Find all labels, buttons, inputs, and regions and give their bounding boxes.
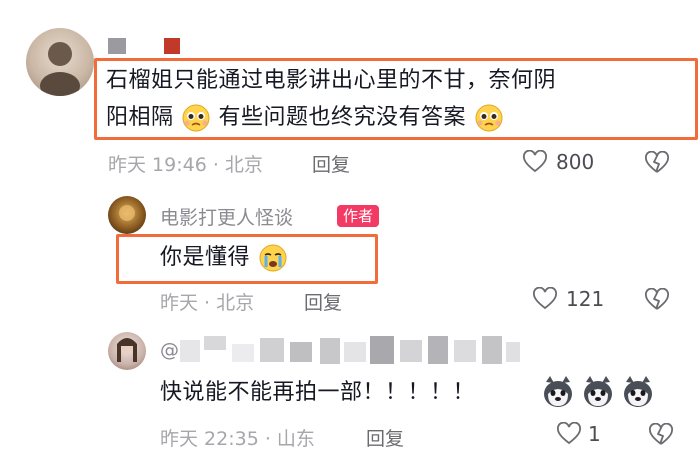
avatar-image <box>119 205 135 221</box>
masked-username-mosaic <box>180 336 520 366</box>
broken-heart-icon[interactable] <box>648 423 674 447</box>
like-count: 121 <box>566 287 605 311</box>
commenter-avatar[interactable] <box>26 28 94 96</box>
heart-icon <box>557 422 581 445</box>
reply-text-content: 你是懂得 <box>160 245 251 270</box>
reply-button[interactable]: 回复 <box>304 288 342 315</box>
pleading-face-emoji <box>182 104 210 132</box>
author-name[interactable]: 电影打更人怪谈 <box>160 203 293 230</box>
comment-text-line2: 阳相隔 有些问题也终究没有答案 <box>106 100 504 136</box>
comment-text-segment: 有些问题也终究没有答案 <box>218 105 467 130</box>
like-button[interactable]: 1 <box>556 420 601 448</box>
heart-icon <box>523 150 547 173</box>
husky-dog-emoji <box>544 376 572 407</box>
masked-username-block <box>108 38 126 54</box>
reply-text-content: 快说能不能再拍一部！！！！！ <box>160 380 476 405</box>
crying-face-emoji <box>259 244 287 272</box>
broken-heart-icon[interactable] <box>644 151 670 175</box>
emoji-group <box>540 374 656 410</box>
reply-time-location: 昨天 22:35 · 山东 <box>160 428 315 450</box>
replier-avatar[interactable] <box>108 332 146 370</box>
author-avatar[interactable] <box>108 196 146 234</box>
masked-username-block <box>164 38 180 54</box>
like-button[interactable]: 121 <box>532 285 604 313</box>
replier-name-prefix: @ <box>160 339 179 361</box>
avatar-image <box>117 338 137 362</box>
like-count: 1 <box>588 422 601 446</box>
broken-heart-icon[interactable] <box>644 288 670 312</box>
husky-dog-emoji <box>624 376 652 407</box>
heart-icon <box>533 287 557 310</box>
comment-text-line1: 石榴姐只能通过电影讲出心里的不甘，奈何阴 <box>106 68 557 93</box>
comment-text-segment: 阳相隔 <box>106 105 174 130</box>
husky-dog-emoji <box>584 376 612 407</box>
pleading-face-emoji <box>475 104 503 132</box>
reply-time-location: 昨天 · 北京 <box>160 292 255 314</box>
reply-button[interactable]: 回复 <box>312 150 350 177</box>
like-count: 800 <box>556 150 595 174</box>
reply-button[interactable]: 回复 <box>366 424 404 451</box>
reply-text: 快说能不能再拍一部！！！！！ <box>160 375 475 411</box>
like-button[interactable]: 800 <box>522 148 594 176</box>
reply-text: 你是懂得 <box>160 240 288 276</box>
comment-time-location: 昨天 19:46 · 北京 <box>108 154 263 176</box>
author-tag: 作者 <box>337 205 380 227</box>
avatar-person-image <box>40 42 80 96</box>
